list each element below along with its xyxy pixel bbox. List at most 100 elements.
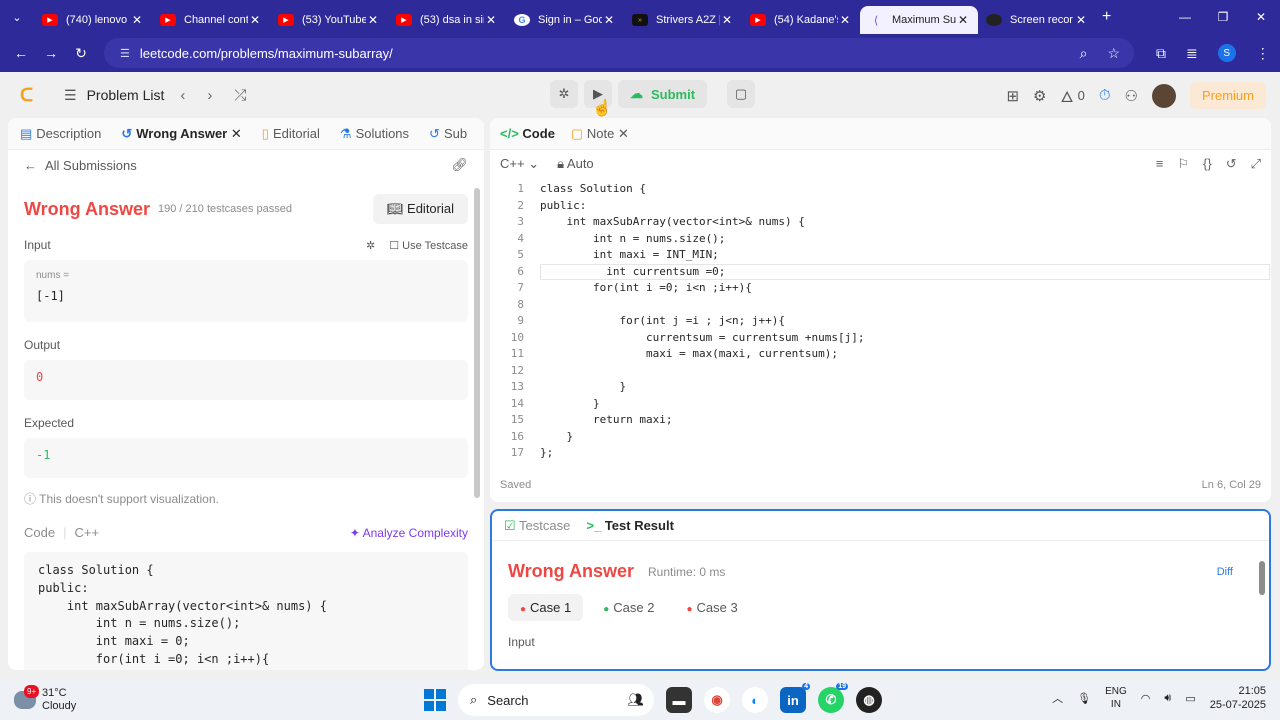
bookmark-icon[interactable]: ⚐ xyxy=(1177,156,1189,172)
all-submissions-link[interactable]: All Submissions xyxy=(45,158,137,173)
wifi-icon[interactable]: ◠ xyxy=(1141,692,1151,705)
analyze-complexity-button[interactable]: ✦ Analyze Complexity xyxy=(350,526,468,540)
volume-icon[interactable]: 🔊︎ xyxy=(1164,692,1171,705)
code-line: int maxi = INT_MIN; xyxy=(540,248,719,261)
bookmark-star-icon[interactable]: ☆ xyxy=(1107,45,1120,62)
language-select[interactable]: C++ ⌄ xyxy=(500,156,539,172)
browser-tab[interactable]: G Sign in – Goo ✕ xyxy=(506,6,624,34)
profile-avatar[interactable]: S xyxy=(1217,44,1236,62)
browser-tab[interactable]: ▶ (740) lenovo ✕ xyxy=(34,6,152,34)
chrome-icon[interactable]: ◉ xyxy=(704,687,730,713)
debug-icon[interactable]: ✲ xyxy=(550,80,578,108)
tab-testcase[interactable]: ☑ Testcase xyxy=(504,518,570,534)
scrollbar[interactable] xyxy=(1259,561,1265,595)
description-icon: ▤ xyxy=(20,125,33,141)
code-editor[interactable]: 1 class Solution {2 public: 3 int maxSubArr… xyxy=(490,182,1271,458)
case-tab[interactable]: ● Case 2 xyxy=(591,594,666,621)
notes-icon[interactable]: ▢ xyxy=(727,80,756,108)
close-icon[interactable]: ✕ xyxy=(484,13,498,27)
close-icon[interactable]: ✕ xyxy=(720,13,734,27)
linkedin-icon[interactable]: in 4 xyxy=(780,683,810,713)
zoom-icon[interactable]: ⌕ xyxy=(1080,45,1088,62)
edge-icon[interactable]: ◐ xyxy=(742,687,768,713)
url-field[interactable]: ☰ leetcode.com/problems/maximum-subarray… xyxy=(104,38,1134,68)
browser-tab[interactable]: ▶ Channel cont ✕ xyxy=(152,6,270,34)
close-icon[interactable]: ✕ xyxy=(366,13,380,27)
tab-note[interactable]: ▢ Note ✕ xyxy=(571,126,629,142)
close-icon[interactable]: ✕ xyxy=(231,126,242,141)
tab-description[interactable]: ▤ Description xyxy=(20,126,101,142)
forward-icon[interactable]: → xyxy=(36,45,66,61)
fullscreen-icon[interactable]: ⤢ xyxy=(1251,156,1261,172)
close-icon[interactable]: ✕ xyxy=(1074,13,1088,27)
site-info-icon[interactable]: ☰ xyxy=(120,47,130,60)
media-icon[interactable]: ≣ xyxy=(1186,45,1198,62)
problem-list-button[interactable]: ☰ Problem List xyxy=(64,87,164,104)
back-arrow-icon[interactable]: ← xyxy=(24,158,37,173)
format-icon[interactable]: ≡ xyxy=(1156,156,1164,172)
reload-icon[interactable]: ↻ xyxy=(66,45,96,62)
case-tab[interactable]: ● Case 3 xyxy=(675,594,750,621)
tab-editorial[interactable]: ▯ Editorial xyxy=(262,126,320,142)
leetcode-logo-icon[interactable]: ᑕ xyxy=(20,85,40,105)
scrollbar[interactable] xyxy=(474,188,480,498)
auto-mode[interactable]: 🔒︎ Auto xyxy=(557,156,594,172)
braces-icon[interactable]: {} xyxy=(1203,156,1212,172)
prev-problem-icon[interactable]: ‹ xyxy=(180,87,185,104)
timer-icon[interactable]: ⏱ xyxy=(1099,87,1111,104)
tab-search-icon[interactable]: ⌄ xyxy=(0,11,34,24)
windows-start-icon[interactable] xyxy=(424,689,446,711)
close-window-icon[interactable]: ✕ xyxy=(1242,10,1280,24)
tab-code[interactable]: </> Code xyxy=(500,126,555,141)
browser-tab[interactable]: ▶ (53) dsa in sin ✕ xyxy=(388,6,506,34)
close-icon[interactable]: ✕ xyxy=(248,13,262,27)
use-testcase-button[interactable]: ✲ ☐ Use Testcase xyxy=(366,239,468,252)
case-tab[interactable]: ● Case 1 xyxy=(508,594,584,621)
shuffle-icon[interactable]: ⤮ xyxy=(234,87,246,104)
new-tab-button[interactable]: + xyxy=(1102,8,1111,26)
close-icon[interactable]: ✕ xyxy=(618,126,629,141)
taskbar-search[interactable]: ⌕ Search 👥︎ xyxy=(458,684,654,716)
submit-button[interactable]: ☁ Submit xyxy=(618,80,708,108)
browser-tab-active[interactable]: ⟨ Maximum Su ✕ xyxy=(860,6,978,34)
browser-tab[interactable]: ▶ (53) YouTube ✕ xyxy=(270,6,388,34)
browser-tab[interactable]: Screen recor ✕ xyxy=(978,6,1096,34)
file-explorer-icon[interactable]: ▬ xyxy=(666,687,692,713)
chevron-up-icon[interactable]: ︿ xyxy=(1052,690,1063,706)
battery-icon[interactable]: ▭ xyxy=(1185,692,1195,705)
close-icon[interactable]: ✕ xyxy=(602,13,616,27)
streak-fire-icon[interactable]: 🜂 xyxy=(1060,80,1073,111)
close-icon[interactable]: ✕ xyxy=(130,13,144,27)
tab-solutions[interactable]: ⚗ Solutions xyxy=(340,126,409,142)
browser-tab[interactable]: ▶ (54) Kadane's ✕ xyxy=(742,6,860,34)
reset-icon[interactable]: ↺ xyxy=(1226,156,1237,172)
close-icon[interactable]: ✕ xyxy=(956,13,970,27)
tab-submissions[interactable]: ↺ Sub xyxy=(429,126,467,142)
link-icon[interactable]: 🔗︎ xyxy=(451,157,468,173)
tab-wrong-answer[interactable]: ↺ Wrong Answer ✕ xyxy=(121,126,241,142)
add-friend-icon[interactable]: ⚇ xyxy=(1125,87,1138,105)
user-avatar[interactable] xyxy=(1151,83,1176,108)
debug-icon[interactable]: ✲ xyxy=(366,240,375,252)
next-problem-icon[interactable]: › xyxy=(207,87,212,104)
microphone-icon[interactable]: 🎙︎ xyxy=(1077,692,1091,705)
editorial-button[interactable]: 📖︎ Editorial xyxy=(372,194,468,224)
close-icon[interactable]: ✕ xyxy=(838,13,852,27)
diff-button[interactable]: Diff xyxy=(1217,566,1233,578)
whatsapp-icon[interactable]: ✆ 19 xyxy=(818,683,848,713)
clock[interactable]: 21:05 25-07-2025 xyxy=(1210,684,1266,712)
extensions-icon[interactable]: ⧉ xyxy=(1156,45,1166,62)
language-indicator[interactable]: ENG IN xyxy=(1105,685,1127,711)
premium-button[interactable]: Premium xyxy=(1189,82,1266,109)
tab-title: (54) Kadane's xyxy=(774,14,838,26)
maximize-icon[interactable]: ❐ xyxy=(1204,10,1242,24)
obs-recorder-icon[interactable]: ◍ xyxy=(856,687,882,713)
back-icon[interactable]: ← xyxy=(6,45,36,61)
weather-widget[interactable]: 9+ 31°C Cloudy xyxy=(14,685,76,713)
settings-gear-icon[interactable]: ⚙ xyxy=(1033,87,1046,105)
browser-tab[interactable]: » Strivers A2Z [✕ xyxy=(624,6,742,34)
layout-icon[interactable]: ⊞ xyxy=(1006,87,1019,105)
menu-icon[interactable]: ⋮ xyxy=(1256,45,1270,62)
tab-test-result[interactable]: >_ Test Result xyxy=(586,518,674,533)
minimize-icon[interactable]: — xyxy=(1166,10,1204,24)
